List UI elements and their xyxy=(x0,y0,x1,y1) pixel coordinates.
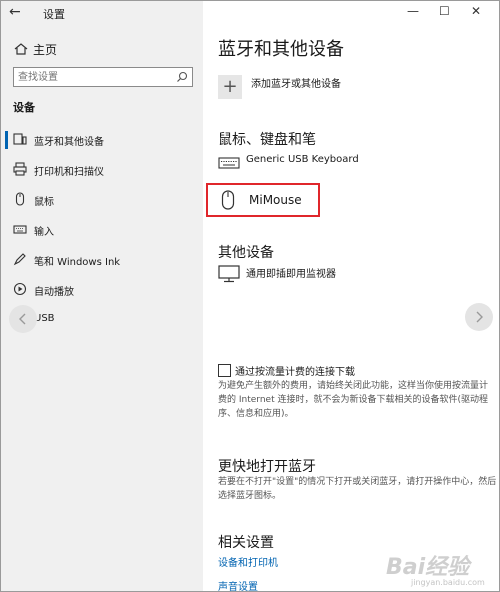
scroll-right-button[interactable] xyxy=(465,303,493,331)
metered-download-checkbox[interactable] xyxy=(218,364,231,377)
section-heading-quick-bluetooth: 更快地打开蓝牙 xyxy=(218,459,316,475)
desc-line: 若要在不打开"设置"的情况下打开或关闭蓝牙，请打开操作中心，然后 xyxy=(218,477,497,487)
window-title: 设置 xyxy=(43,8,65,21)
sidebar-item-label: 鼠标 xyxy=(34,197,54,208)
section-heading-mouse-keyboard-pen: 鼠标、键盘和笔 xyxy=(218,132,316,148)
device-name: Generic USB Keyboard xyxy=(246,154,359,165)
sidebar-section-title: 设备 xyxy=(13,101,35,114)
link-sound-settings[interactable]: 声音设置 xyxy=(218,578,258,591)
device-name: 通用即插即用监视器 xyxy=(246,269,336,280)
link-devices-and-printers[interactable]: 设备和打印机 xyxy=(218,554,278,569)
watermark-url: jingyan.baidu.com xyxy=(411,578,485,587)
search-box[interactable] xyxy=(13,67,193,87)
mouse-icon xyxy=(15,192,25,206)
autoplay-icon xyxy=(13,282,27,296)
sidebar: ← 设置 主页 设备 蓝牙和其他设备 xyxy=(1,1,203,591)
sidebar-item-label: 自动播放 xyxy=(34,287,74,298)
pen-icon xyxy=(13,253,26,266)
section-heading-related-settings: 相关设置 xyxy=(218,535,274,551)
sidebar-item-input[interactable]: 输入 xyxy=(1,217,203,243)
page-title: 蓝牙和其他设备 xyxy=(218,39,344,60)
plus-icon: + xyxy=(222,76,238,97)
mouse-icon xyxy=(221,190,235,210)
sidebar-item-label: 输入 xyxy=(34,227,54,238)
scroll-left-button[interactable] xyxy=(9,305,37,333)
sidebar-item-bluetooth[interactable]: 蓝牙和其他设备 xyxy=(1,127,203,153)
minimize-button[interactable]: — xyxy=(407,4,419,18)
keyboard-icon xyxy=(218,157,240,169)
metered-description: 为避免产生额外的费用，请始终关闭此功能，这样当你使用按流量计 费的 Intern… xyxy=(218,379,498,421)
desc-line: 序、信息和应用)。 xyxy=(218,409,294,419)
chevron-right-icon xyxy=(476,311,483,323)
keyboard-icon xyxy=(13,225,27,234)
bluetooth-devices-icon xyxy=(13,133,27,145)
sidebar-item-mouse[interactable]: 鼠标 xyxy=(1,187,203,213)
quick-bluetooth-description: 若要在不打开"设置"的情况下打开或关闭蓝牙，请打开操作中心，然后 选择蓝牙图标。 xyxy=(218,475,498,503)
sidebar-item-label: 打印机和扫描仪 xyxy=(34,167,104,178)
search-input[interactable] xyxy=(18,69,168,85)
search-icon[interactable] xyxy=(176,71,188,83)
monitor-icon xyxy=(218,265,240,283)
add-tile: + xyxy=(218,75,242,99)
maximize-button[interactable]: ☐ xyxy=(439,4,450,18)
sidebar-item-label: 蓝牙和其他设备 xyxy=(34,137,104,148)
printer-icon xyxy=(13,162,27,176)
sidebar-item-label: 笔和 Windows Ink xyxy=(34,257,121,268)
desc-line: 为避免产生额外的费用，请始终关闭此功能，这样当你使用按流量计 xyxy=(218,381,489,391)
desc-line: 费的 Internet 连接时，就不会为新设备下载相关的设备软件(驱动程 xyxy=(218,395,488,405)
back-button[interactable]: ← xyxy=(9,4,21,20)
sidebar-item-pen[interactable]: 笔和 Windows Ink xyxy=(1,247,203,273)
sidebar-item-home-label: 主页 xyxy=(33,43,58,57)
sidebar-item-label: USB xyxy=(34,313,55,324)
desc-line: 选择蓝牙图标。 xyxy=(218,491,282,501)
device-name: MiMouse xyxy=(249,193,302,207)
settings-window: ← 设置 主页 设备 蓝牙和其他设备 xyxy=(0,0,500,592)
section-heading-other-devices: 其他设备 xyxy=(218,245,274,261)
chevron-left-icon xyxy=(19,313,26,325)
close-button[interactable]: ✕ xyxy=(471,4,481,18)
sidebar-item-printers[interactable]: 打印机和扫描仪 xyxy=(1,157,203,183)
baidu-watermark: Bai经验 xyxy=(386,555,470,580)
main-content: — ☐ ✕ 蓝牙和其他设备 + 添加蓝牙或其他设备 鼠标、键盘和笔 Generi… xyxy=(203,1,499,591)
sidebar-item-autoplay[interactable]: 自动播放 xyxy=(1,277,203,303)
add-device-label: 添加蓝牙或其他设备 xyxy=(251,79,341,90)
metered-checkbox-label: 通过按流量计费的连接下载 xyxy=(235,367,355,378)
selection-indicator xyxy=(5,131,8,149)
home-icon xyxy=(14,43,28,55)
